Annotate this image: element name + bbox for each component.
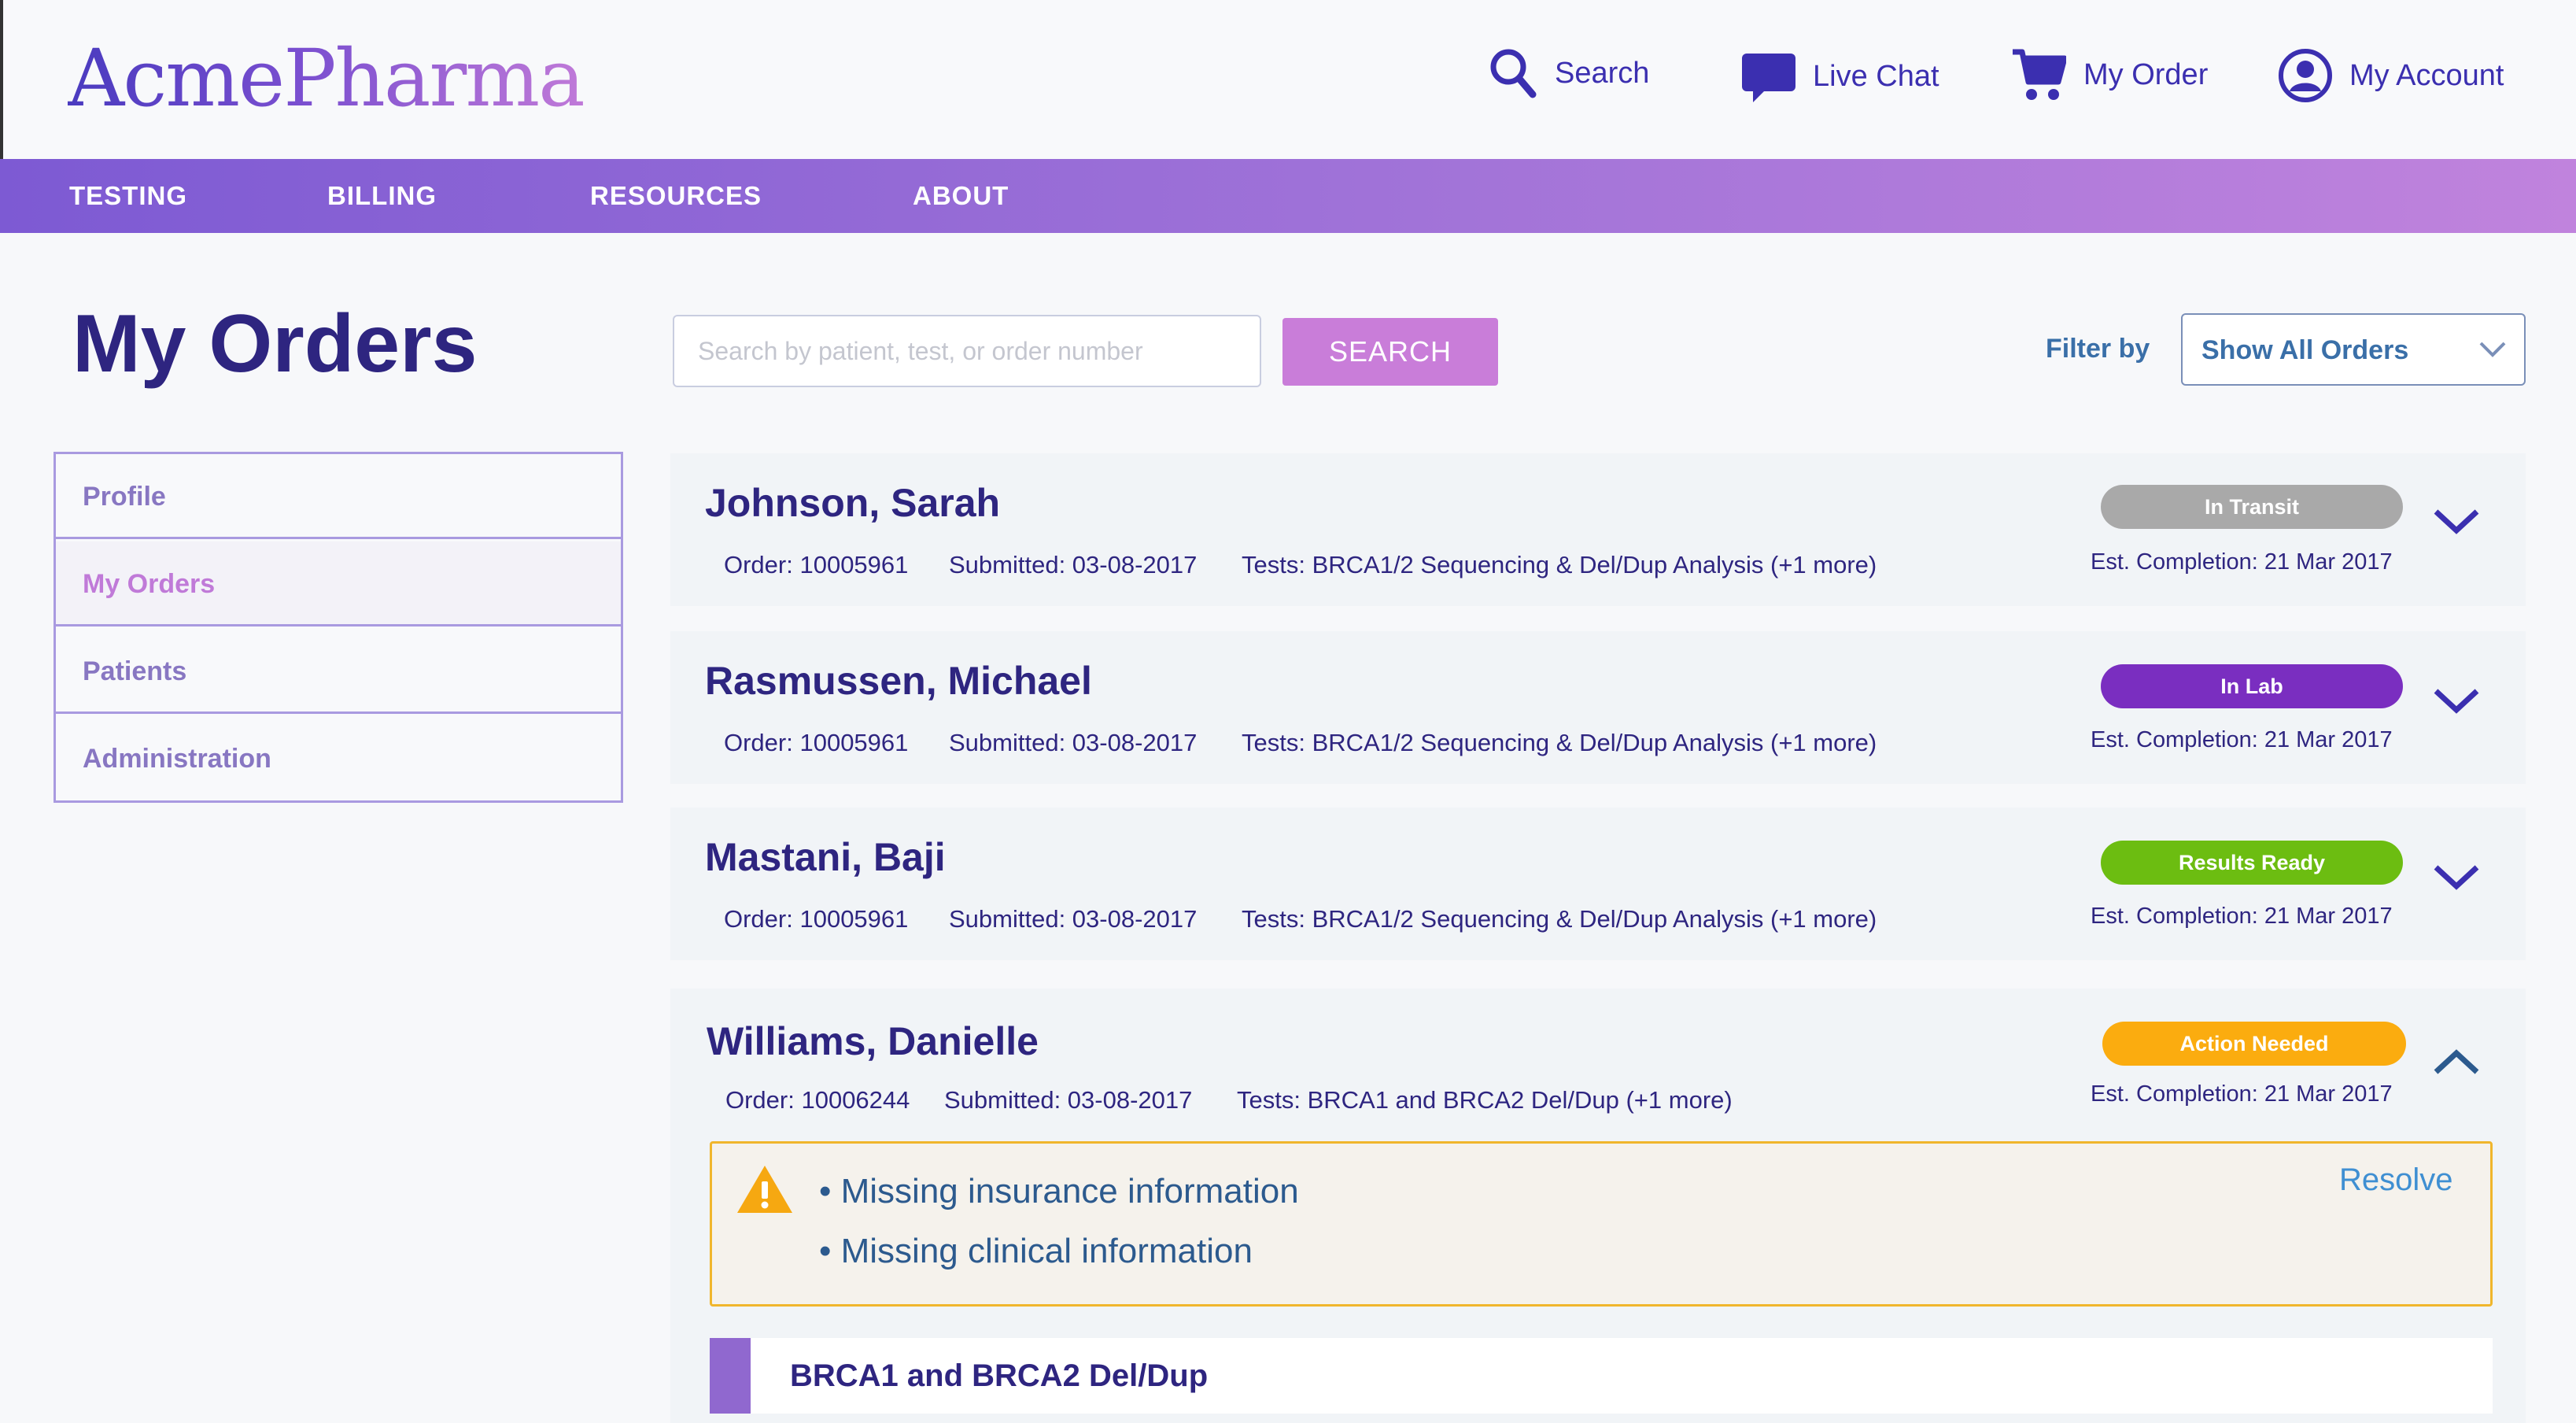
- nav-billing[interactable]: BILLING: [327, 159, 437, 233]
- order-tests: Tests: BRCA1/2 Sequencing & Del/Dup Anal…: [1242, 905, 1877, 933]
- order-card[interactable]: Mastani, Baji Order: 10005961 Submitted:…: [670, 808, 2526, 960]
- patient-name: Williams, Danielle: [707, 1019, 1039, 1063]
- nav-testing[interactable]: TESTING: [69, 159, 187, 233]
- order-search-input[interactable]: [673, 315, 1261, 387]
- est-completion: Est. Completion: 21 Mar 2017: [2091, 904, 2393, 929]
- patient-name: Rasmussen, Michael: [705, 659, 1092, 703]
- order-number: Order: 10005961: [724, 905, 909, 933]
- search-button[interactable]: SEARCH: [1282, 318, 1498, 386]
- status-badge: Action Needed: [2102, 1022, 2406, 1066]
- status-badge: Results Ready: [2101, 841, 2403, 885]
- search-icon: [1489, 47, 1537, 99]
- account-icon: [2279, 49, 2332, 102]
- live-chat-link[interactable]: Live Chat: [1742, 50, 1939, 102]
- submitted-date: Submitted: 03-08-2017: [949, 551, 1198, 578]
- site-header: AcmePharma Search Live Chat My Order My …: [0, 0, 2576, 159]
- chevron-down-icon[interactable]: [2433, 863, 2480, 891]
- status-badge: In Lab: [2101, 664, 2403, 708]
- my-order-label: My Order: [2083, 57, 2209, 91]
- live-chat-label: Live Chat: [1813, 59, 1939, 93]
- patient-name: Johnson, Sarah: [705, 481, 1001, 525]
- my-account-link[interactable]: My Account: [2279, 49, 2504, 102]
- chevron-up-icon[interactable]: [2433, 1048, 2480, 1077]
- order-tests: Tests: BRCA1 and BRCA2 Del/Dup (+1 more): [1237, 1086, 1733, 1114]
- search-link-label: Search: [1555, 56, 1650, 90]
- chevron-down-icon: [2479, 342, 2506, 357]
- submitted-date: Submitted: 03-08-2017: [949, 905, 1198, 933]
- my-account-label: My Account: [2349, 58, 2504, 92]
- search-link[interactable]: Search: [1489, 47, 1649, 99]
- warning-icon: [737, 1166, 792, 1213]
- order-card[interactable]: Rasmussen, Michael Order: 10005961 Submi…: [670, 631, 2526, 784]
- filter-label: Filter by: [2046, 334, 2150, 364]
- account-sidebar: Profile My Orders Patients Administratio…: [54, 452, 623, 803]
- sidebar-item-administration[interactable]: Administration: [56, 716, 621, 801]
- order-tests: Tests: BRCA1/2 Sequencing & Del/Dup Anal…: [1242, 551, 1877, 578]
- submitted-date: Submitted: 03-08-2017: [944, 1086, 1193, 1114]
- order-tests: Tests: BRCA1/2 Sequencing & Del/Dup Anal…: [1242, 729, 1877, 756]
- est-completion: Est. Completion: 21 Mar 2017: [2091, 727, 2393, 752]
- sidebar-item-patients[interactable]: Patients: [56, 629, 621, 714]
- filter-selected-value: Show All Orders: [2201, 335, 2409, 365]
- order-card[interactable]: Johnson, Sarah Order: 10005961 Submitted…: [670, 453, 2526, 606]
- chevron-down-icon[interactable]: [2433, 507, 2480, 535]
- nav-resources[interactable]: RESOURCES: [590, 159, 762, 233]
- action-needed-alert: • Missing insurance information • Missin…: [710, 1141, 2493, 1307]
- chevron-down-icon[interactable]: [2433, 686, 2480, 715]
- alert-item: • Missing insurance information: [819, 1172, 1299, 1210]
- resolve-link[interactable]: Resolve: [2339, 1162, 2453, 1198]
- sidebar-item-my-orders[interactable]: My Orders: [56, 541, 621, 626]
- cart-icon: [2013, 47, 2066, 102]
- test-item-row[interactable]: BRCA1 and BRCA2 Del/Dup: [710, 1338, 2493, 1414]
- order-filter-select[interactable]: Show All Orders: [2181, 313, 2526, 386]
- alert-item: • Missing clinical information: [819, 1232, 1253, 1270]
- est-completion: Est. Completion: 21 Mar 2017: [2091, 1081, 2393, 1107]
- order-number: Order: 10005961: [724, 729, 909, 756]
- submitted-date: Submitted: 03-08-2017: [949, 729, 1198, 756]
- order-number: Order: 10005961: [724, 551, 909, 578]
- test-item-label: BRCA1 and BRCA2 Del/Dup: [790, 1358, 1209, 1393]
- status-badge: In Transit: [2101, 485, 2403, 529]
- est-completion: Est. Completion: 21 Mar 2017: [2091, 549, 2393, 575]
- acmepharma-logo[interactable]: AcmePharma: [68, 31, 585, 126]
- sidebar-item-profile[interactable]: Profile: [56, 454, 621, 539]
- my-order-link[interactable]: My Order: [2013, 47, 2208, 102]
- chat-icon: [1742, 50, 1795, 102]
- patient-name: Mastani, Baji: [705, 835, 946, 879]
- page-title: My Orders: [72, 298, 478, 390]
- test-item-accent-bar: [710, 1338, 751, 1414]
- nav-about[interactable]: ABOUT: [913, 159, 1009, 233]
- order-number: Order: 10006244: [725, 1086, 910, 1114]
- main-nav: TESTING BILLING RESOURCES ABOUT: [0, 159, 2576, 233]
